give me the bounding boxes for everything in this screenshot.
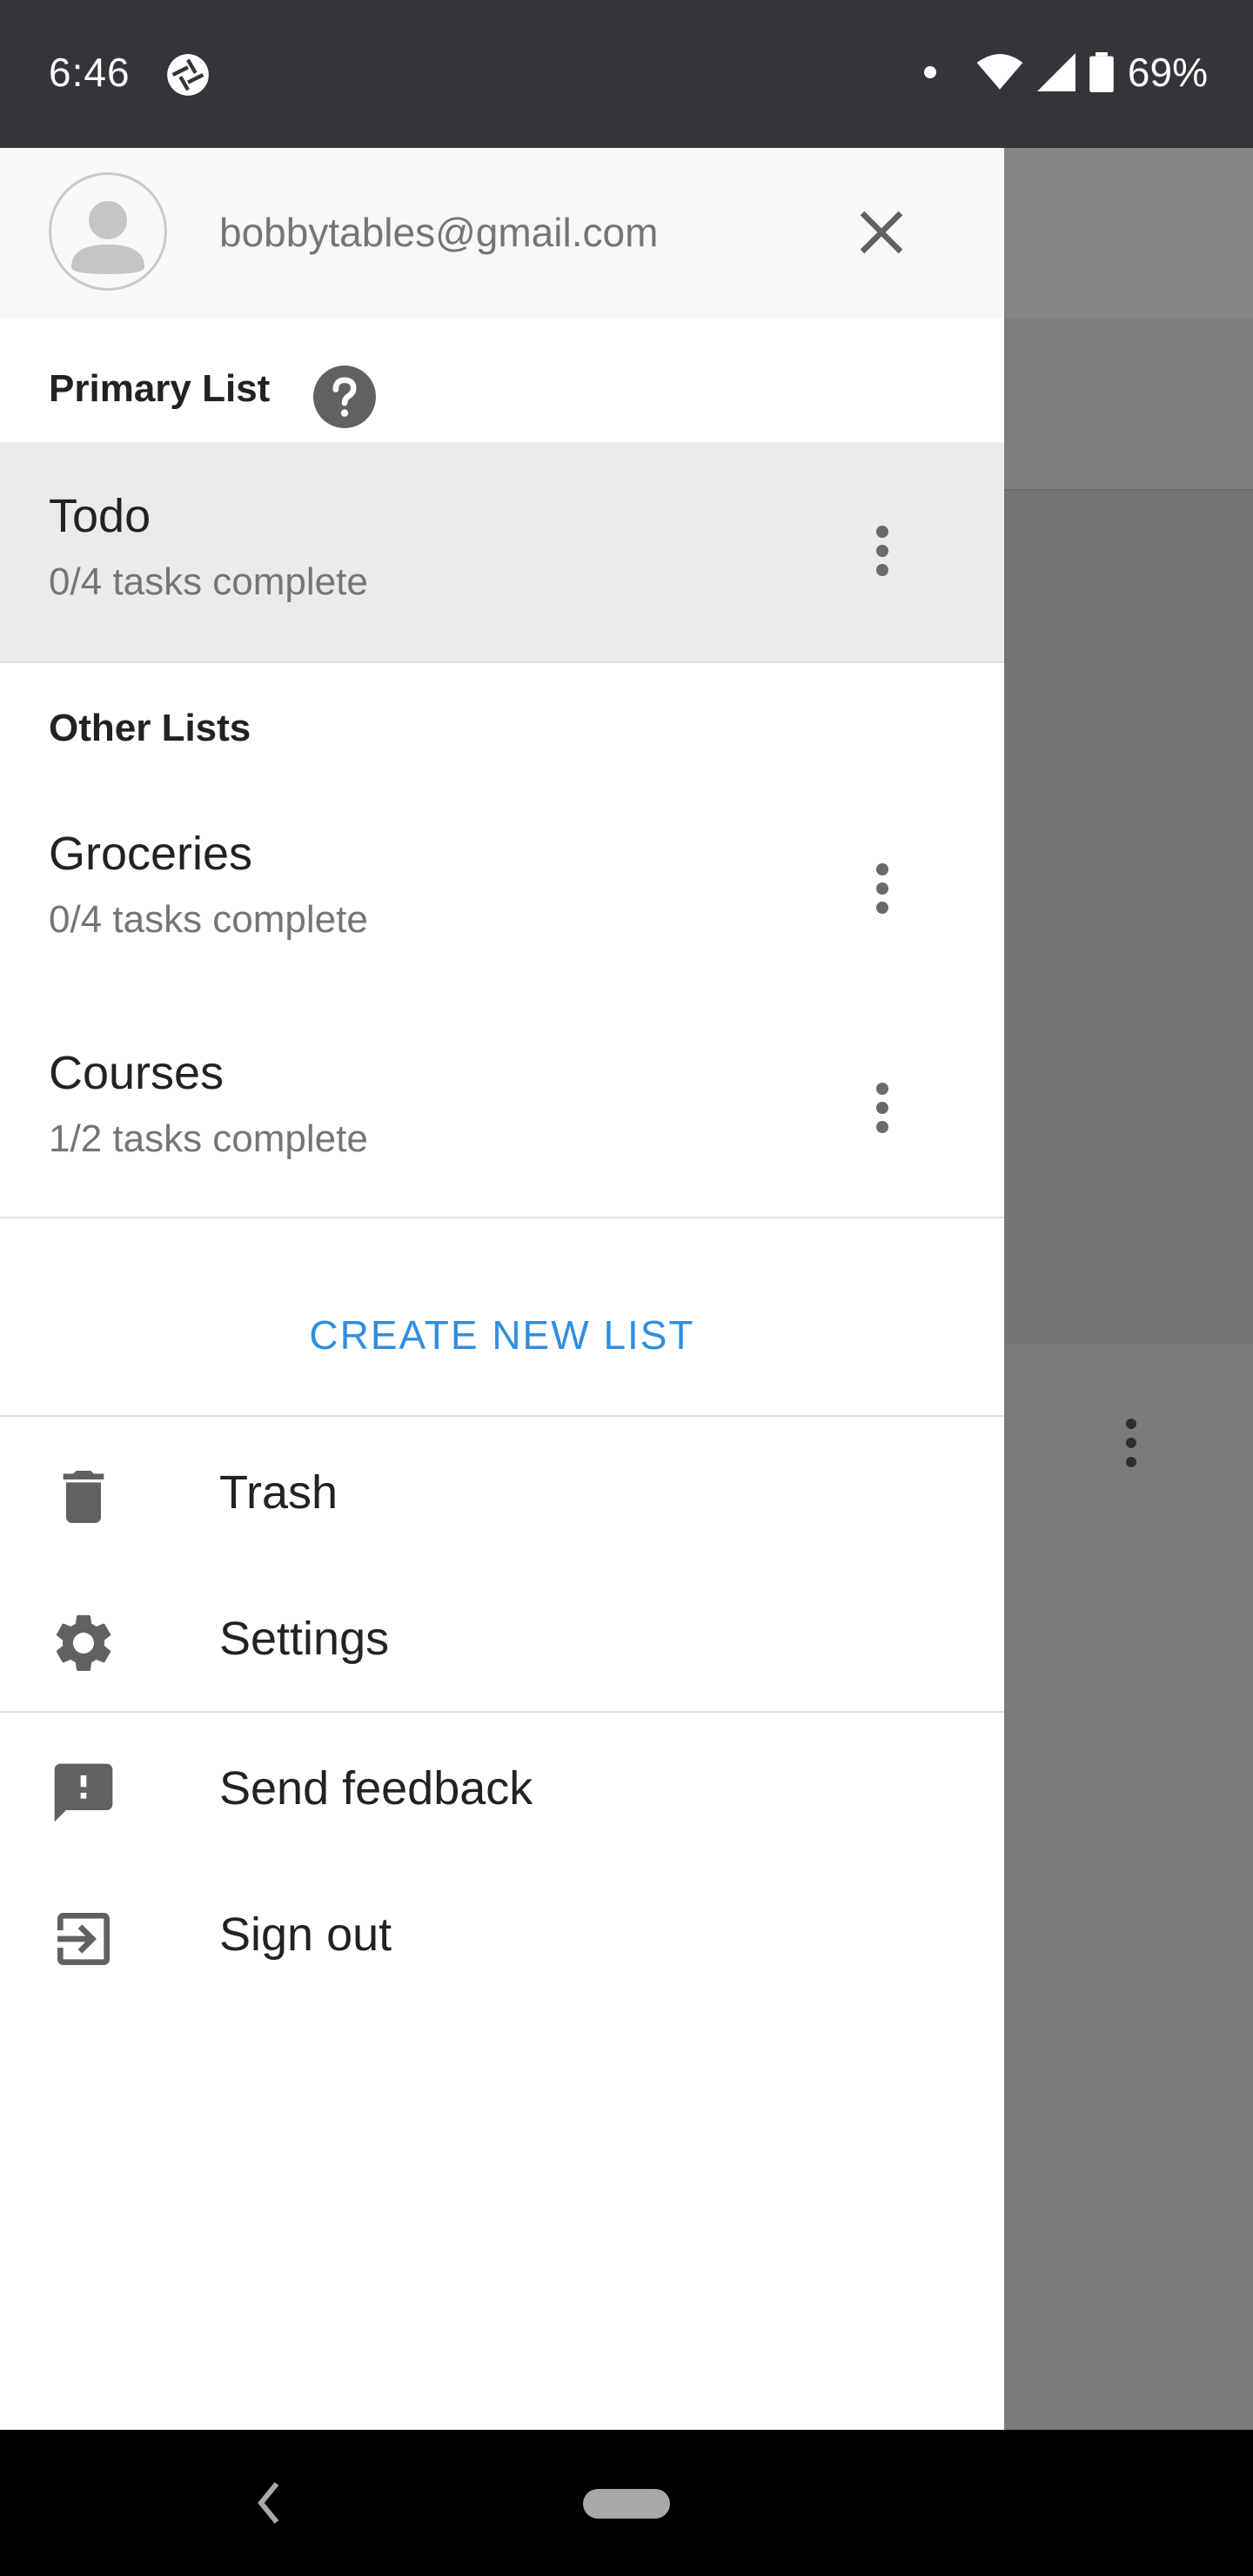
- navigation-drawer: bobbytables@gmail.com Primary List Todo …: [0, 148, 1004, 2430]
- status-time: 6:46: [49, 50, 131, 95]
- background-more-icon: [1126, 1419, 1136, 1467]
- menu-item-trash[interactable]: Trash: [0, 1417, 1004, 1563]
- list-name: Groceries: [49, 828, 253, 880]
- trash-icon: [63, 1471, 104, 1523]
- list-item-groceries[interactable]: Groceries 0/4 tasks complete: [0, 780, 1004, 999]
- feedback-icon: [54, 1763, 113, 1822]
- primary-list-heading: Primary List: [49, 367, 271, 410]
- other-lists-heading: Other Lists: [49, 707, 251, 749]
- avatar[interactable]: [49, 172, 167, 291]
- list-progress: 1/2 tasks complete: [49, 1117, 368, 1160]
- menu-item-sign-out[interactable]: Sign out: [0, 1859, 1004, 2005]
- home-pill-button[interactable]: [583, 2489, 670, 2519]
- status-bar: 6:46 69%: [0, 0, 1253, 148]
- list-item-todo[interactable]: Todo 0/4 tasks complete: [0, 442, 1004, 661]
- close-icon[interactable]: [853, 204, 910, 261]
- menu-label: Settings: [219, 1613, 390, 1665]
- gear-icon: [56, 1615, 111, 1671]
- background-toolbar: [1004, 148, 1253, 319]
- divider: [0, 661, 1004, 663]
- battery-icon: [1089, 52, 1114, 92]
- menu-item-send-feedback[interactable]: Send feedback: [0, 1713, 1004, 1859]
- menu-label: Trash: [219, 1466, 338, 1519]
- more-options-icon[interactable]: [861, 520, 903, 590]
- notification-dot-icon: [923, 66, 936, 78]
- create-new-list-button[interactable]: CREATE NEW LIST: [0, 1283, 1004, 1387]
- battery-percent: 69%: [1127, 50, 1208, 95]
- list-progress: 0/4 tasks complete: [49, 898, 368, 941]
- wifi-icon: [976, 54, 1023, 90]
- account-email: bobbytables@gmail.com: [219, 210, 659, 255]
- status-indicators: 69%: [923, 49, 1208, 96]
- list-item-courses[interactable]: Courses 1/2 tasks complete: [0, 999, 1004, 1218]
- back-icon[interactable]: [252, 2477, 287, 2529]
- menu-item-settings[interactable]: Settings: [0, 1563, 1004, 1709]
- more-options-icon[interactable]: [861, 858, 903, 928]
- cell-signal-icon: [1036, 53, 1075, 91]
- system-navigation-bar: [0, 2430, 1253, 2576]
- account-header: bobbytables@gmail.com: [0, 148, 1004, 319]
- default-avatar-icon: [71, 201, 144, 274]
- divider: [0, 1217, 1004, 1218]
- sign-out-icon: [57, 1913, 110, 1965]
- help-icon[interactable]: [313, 366, 376, 428]
- menu-label: Sign out: [219, 1909, 392, 1961]
- background-app-scrim[interactable]: [1004, 148, 1253, 2430]
- list-name: Todo: [49, 490, 151, 542]
- menu-label: Send feedback: [219, 1762, 533, 1815]
- camera-aperture-icon: [167, 54, 209, 96]
- background-card: [1004, 491, 1253, 1344]
- list-name: Courses: [49, 1047, 224, 1099]
- list-progress: 0/4 tasks complete: [49, 560, 368, 603]
- background-row: [1004, 319, 1253, 491]
- more-options-icon[interactable]: [861, 1077, 903, 1147]
